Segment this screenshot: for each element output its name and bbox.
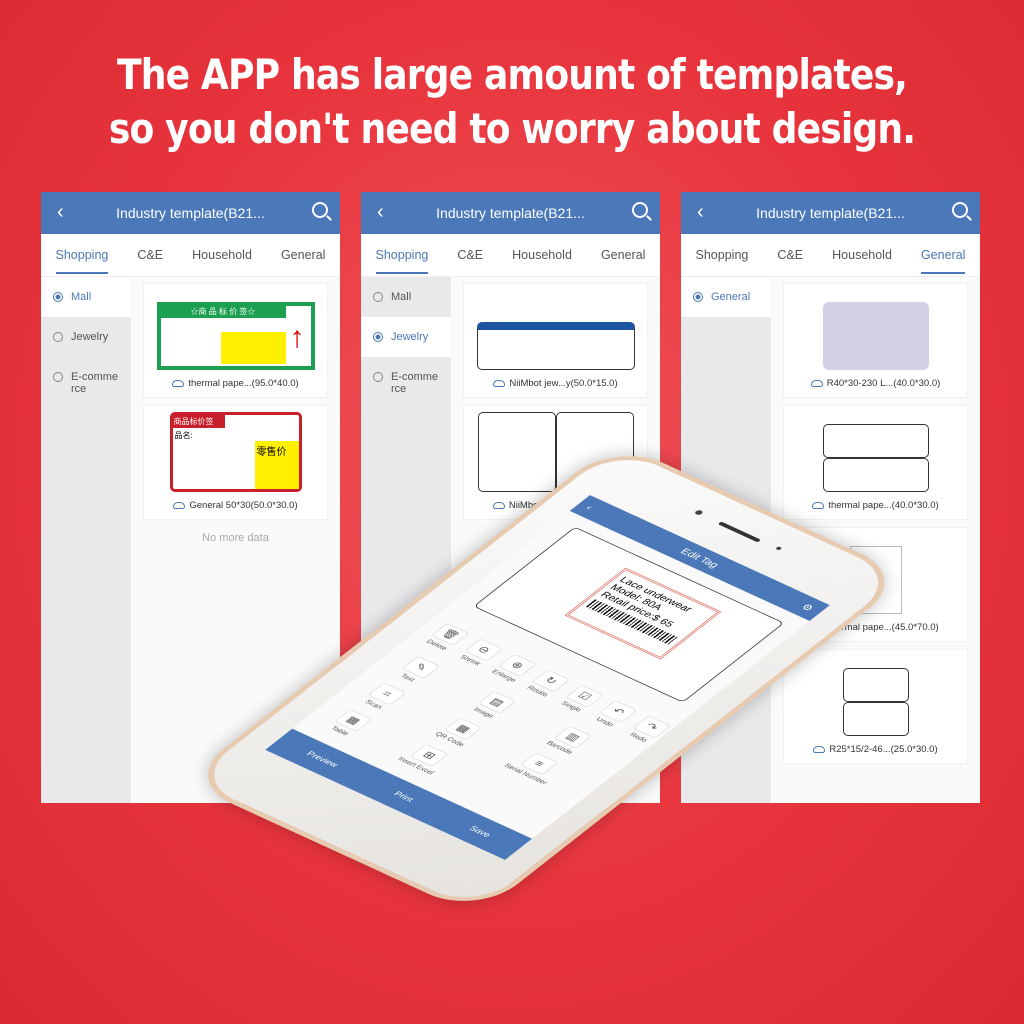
tab-general[interactable]: General (281, 236, 325, 274)
panel-header: ‹ Industry template(B21... (681, 192, 980, 234)
phone-mockup: ‹ Edit Tag ⚙ Lace underwear Model: 80A R… (182, 441, 911, 916)
back-icon[interactable]: ‹ (377, 201, 384, 224)
template-card[interactable]: ☆商 品 标 价 签☆ ↑ thermal pape...(95.0*40.0) (143, 283, 328, 398)
cloud-icon (812, 502, 825, 509)
category-tabs: Shopping C&E Household General (681, 234, 980, 277)
save-button[interactable]: Save (467, 825, 493, 839)
search-icon[interactable] (952, 202, 968, 218)
cloud-icon (810, 380, 823, 387)
search-icon[interactable] (632, 202, 648, 218)
cloud-icon (172, 380, 185, 387)
back-icon[interactable]: ‹ (583, 503, 596, 512)
tool-table[interactable]: ▦ Table (313, 703, 385, 744)
tab-ce[interactable]: C&E (777, 236, 803, 274)
template-name: R25*15/2-46...(25.0*30.0) (829, 744, 938, 755)
template-card[interactable]: NiiMbot jew...y(50.0*15.0) (463, 283, 648, 398)
tab-household[interactable]: Household (192, 236, 252, 274)
template-name: General 50*30(50.0*30.0) (189, 500, 298, 511)
panel-title: Industry template(B21... (436, 205, 585, 221)
sidebar-item[interactable]: Jewelry (361, 317, 451, 357)
search-icon[interactable] (312, 202, 328, 218)
tab-shopping[interactable]: Shopping (375, 236, 429, 274)
print-button[interactable]: Print (392, 790, 416, 803)
subcategory-sidebar: Mall Jewelry E-comme rce (41, 277, 131, 803)
cloud-icon (492, 502, 505, 509)
cloud-icon (173, 502, 186, 509)
panel-title: Industry template(B21... (116, 205, 265, 221)
template-name: thermal pape...(40.0*30.0) (828, 500, 939, 511)
sidebar-item[interactable]: General (681, 277, 771, 317)
no-more-data: No more data (202, 532, 269, 544)
sidebar-item[interactable]: Jewelry (41, 317, 131, 357)
tab-general[interactable]: General (920, 236, 966, 274)
price-tag-label[interactable]: Lace underwear Model: 80A Retail price:$… (564, 567, 722, 660)
headline: The APP has large amount of templates, s… (108, 50, 916, 153)
sidebar-item[interactable]: E-comme rce (41, 357, 131, 397)
back-icon[interactable]: ‹ (57, 201, 64, 224)
template-name: thermal pape...(95.0*40.0) (188, 378, 299, 389)
cloud-icon (493, 380, 506, 387)
template-card[interactable]: R40*30-230 L...(40.0*30.0) (783, 283, 968, 398)
template-card[interactable]: 商品标价签 品名: 零售价 General 50*30(50.0*30.0) (143, 405, 328, 520)
cloud-icon (813, 746, 826, 753)
preview-button[interactable]: Preview (304, 750, 340, 769)
template-name: R40*30-230 L...(40.0*30.0) (826, 378, 941, 389)
tab-shopping[interactable]: Shopping (55, 236, 109, 274)
template-name: NiiMbot jew...y(50.0*15.0) (509, 378, 618, 389)
panel-header: ‹ Industry template(B21... (41, 192, 340, 234)
template-card[interactable]: R25*15/2-46...(25.0*30.0) (783, 649, 968, 764)
panel-title: Industry template(B21... (756, 205, 905, 221)
tab-ce[interactable]: C&E (137, 236, 163, 274)
category-tabs: Shopping C&E Household General (361, 234, 660, 277)
sidebar-item[interactable]: Mall (361, 277, 451, 317)
tab-household[interactable]: Household (512, 236, 572, 274)
back-icon[interactable]: ‹ (697, 201, 704, 224)
sidebar-item[interactable]: E-comme rce (361, 357, 451, 397)
tool-serial-number[interactable]: ≡ Serial Number (499, 746, 571, 787)
category-tabs: Shopping C&E Household General (41, 234, 340, 277)
sidebar-item[interactable]: Mall (41, 277, 131, 317)
tab-shopping[interactable]: Shopping (696, 236, 749, 274)
tool-insert-excel[interactable]: ⊞ Insert Excel (389, 738, 461, 779)
gear-icon[interactable]: ⚙ (798, 602, 816, 613)
tab-ce[interactable]: C&E (457, 236, 483, 274)
template-card[interactable]: thermal pape...(40.0*30.0) (783, 405, 968, 520)
tab-general[interactable]: General (601, 236, 645, 274)
tab-household[interactable]: Household (832, 236, 892, 274)
panel-header: ‹ Industry template(B21... (361, 192, 660, 234)
